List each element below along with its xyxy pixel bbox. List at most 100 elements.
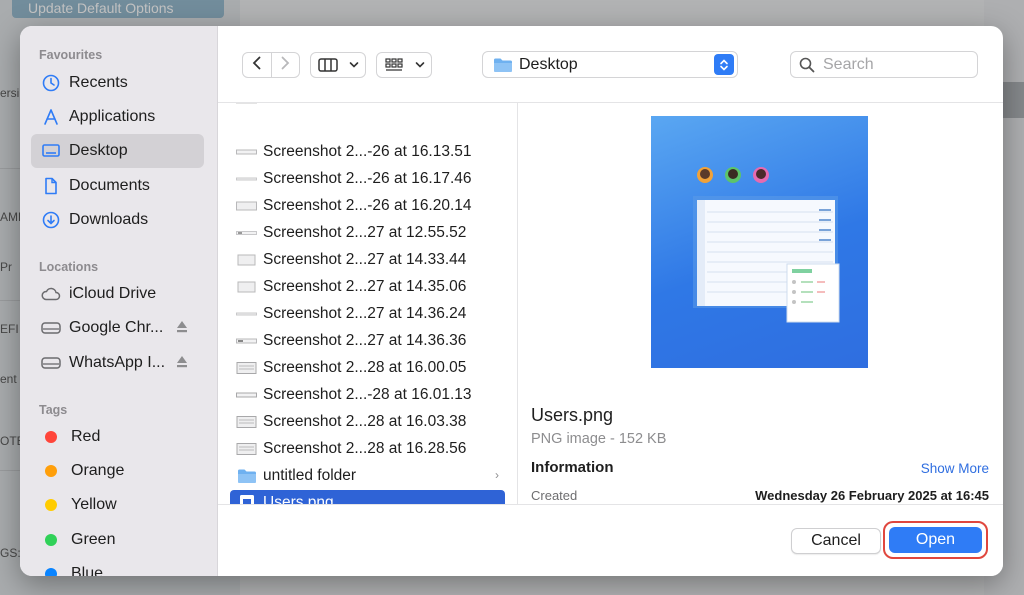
- file-row[interactable]: Screenshot 2...-26 at 16.17.46: [230, 166, 505, 191]
- group-by-button[interactable]: [376, 52, 432, 78]
- file-row[interactable]: Screenshot 2...27 at 14.35.06: [230, 274, 505, 299]
- file-row[interactable]: Screenshot 2...28 at 16.03.38: [230, 409, 505, 434]
- file-list: Screenshot 2...-26 at 16.13.51 Screensho…: [218, 102, 518, 504]
- file-row[interactable]: Screenshot 2...-26 at 16.20.14: [230, 193, 505, 218]
- file-name: Screenshot 2...27 at 12.55.52: [263, 223, 467, 241]
- file-row[interactable]: Screenshot 2...27 at 12.55.52: [230, 220, 505, 245]
- search-placeholder: Search: [823, 55, 874, 73]
- sidebar-item-label: Downloads: [69, 211, 149, 228]
- screenshot-thumbnail-icon: [236, 253, 257, 267]
- clock-icon: [41, 73, 61, 93]
- file-row-folder[interactable]: untitled folder ›: [230, 463, 505, 488]
- file-name: Screenshot 2...27 at 14.36.24: [263, 304, 467, 322]
- sidebar-item-label: Orange: [71, 462, 125, 479]
- file-name: Screenshot 2...-26 at 16.17.46: [263, 169, 472, 187]
- view-mode-button[interactable]: [310, 52, 366, 78]
- dialog-toolbar: Desktop Search: [218, 26, 1003, 102]
- sidebar-item-icloud-drive[interactable]: iCloud Drive: [31, 277, 204, 311]
- screenshot-thumbnail-icon: [236, 145, 257, 159]
- sidebar-item-label: Red: [71, 428, 101, 445]
- preview-file-name: Users.png: [531, 405, 614, 425]
- file-row[interactable]: Screenshot 2...28 at 16.00.05: [230, 355, 505, 380]
- file-name: Screenshot 2...28 at 16.00.05: [263, 358, 467, 376]
- image-file-icon: [236, 494, 257, 504]
- file-row[interactable]: Screenshot 2...28 at 16.28.56: [230, 436, 505, 461]
- screenshot-thumbnail-icon: [236, 307, 257, 321]
- sidebar-section-locations: Locations: [39, 260, 99, 274]
- file-name: Screenshot 2...-26 at 16.13.51: [263, 142, 472, 160]
- folder-icon: [493, 57, 513, 73]
- chevron-right-icon: [280, 56, 290, 75]
- location-popup[interactable]: Desktop: [482, 51, 738, 78]
- screenshot-thumbnail-icon: [236, 388, 257, 402]
- chevron-left-icon: [252, 56, 262, 75]
- cloud-icon: [41, 284, 61, 304]
- back-button[interactable]: [243, 53, 271, 77]
- file-row[interactable]: Screenshot 2...27 at 14.33.44: [230, 247, 505, 272]
- screenshot-thumbnail-icon: [236, 172, 257, 186]
- sidebar-item-whatsapp[interactable]: WhatsApp I...: [31, 346, 204, 380]
- file-name: Screenshot 2...-28 at 16.01.13: [263, 385, 472, 403]
- sidebar-section-favourites: Favourites: [39, 48, 103, 62]
- sidebar-item-desktop[interactable]: Desktop: [31, 134, 204, 168]
- sidebar-item-label: Blue: [71, 565, 104, 576]
- sidebar-item-label: Desktop: [69, 142, 128, 159]
- file-row[interactable]: Screenshot 2...27 at 14.36.36: [230, 328, 505, 353]
- sidebar-item-label: Yellow: [71, 496, 117, 513]
- file-row-selected[interactable]: Users.png: [230, 490, 505, 504]
- file-name: Screenshot 2...-26 at 16.20.14: [263, 196, 472, 214]
- sidebar-section-tags: Tags: [39, 403, 68, 417]
- file-name: Screenshot 2...28 at 16.03.38: [263, 412, 467, 430]
- sidebar-item-label: iCloud Drive: [69, 285, 157, 302]
- sidebar-item-applications[interactable]: Applications: [31, 100, 204, 134]
- file-name: untitled folder: [263, 466, 357, 484]
- sidebar-item-documents[interactable]: Documents: [31, 169, 204, 203]
- chevron-down-icon: [345, 53, 363, 77]
- forward-button[interactable]: [272, 53, 300, 77]
- download-icon: [41, 210, 61, 230]
- up-down-chevron-icon: [714, 54, 734, 75]
- chevron-down-icon: [411, 53, 429, 77]
- file-name: Screenshot 2...27 at 14.35.06: [263, 277, 467, 295]
- search-field[interactable]: Search: [790, 51, 978, 78]
- preview-thumbnail: [651, 116, 868, 368]
- sidebar-item-label: WhatsApp I...: [69, 354, 166, 371]
- file-row[interactable]: Screenshot 2...-28 at 16.01.13: [230, 382, 505, 407]
- screenshot-thumbnail-icon: [236, 415, 257, 429]
- drive-icon: [41, 318, 61, 338]
- open-file-dialog: Favourites Recents Applications Desktop …: [20, 26, 1003, 576]
- sidebar-item-tag-red[interactable]: Red: [31, 420, 204, 454]
- sidebar-item-tag-yellow[interactable]: Yellow: [31, 488, 204, 522]
- tag-color-dot: [45, 534, 57, 546]
- sidebar-item-tag-blue[interactable]: Blue: [31, 557, 204, 576]
- sidebar-item-label: Recents: [69, 74, 128, 91]
- preview-info-heading: Information: [531, 459, 614, 476]
- file-name: Users.png: [263, 493, 334, 505]
- drive-icon: [41, 353, 61, 373]
- file-row-partial[interactable]: [230, 103, 505, 112]
- preview-pane: Users.png PNG image - 152 KB Information…: [518, 102, 1003, 504]
- screenshot-thumbnail-icon: [236, 280, 257, 294]
- file-row[interactable]: Screenshot 2...27 at 14.36.24: [230, 301, 505, 326]
- sidebar-item-tag-orange[interactable]: Orange: [31, 454, 204, 488]
- sidebar-item-recents[interactable]: Recents: [31, 66, 204, 100]
- show-more-link[interactable]: Show More: [921, 461, 989, 476]
- tag-color-dot: [45, 499, 57, 511]
- folder-icon: [236, 469, 257, 483]
- tag-color-dot: [45, 568, 57, 576]
- desktop-icon: [41, 141, 61, 161]
- open-button[interactable]: Open: [889, 527, 982, 553]
- sidebar-item-downloads[interactable]: Downloads: [31, 203, 204, 237]
- sidebar-item-google-chrome[interactable]: Google Chr...: [31, 311, 204, 345]
- cancel-button[interactable]: Cancel: [791, 528, 881, 554]
- sidebar-item-tag-green[interactable]: Green: [31, 523, 204, 557]
- tag-color-dot: [45, 465, 57, 477]
- grid-icon: [377, 53, 411, 77]
- file-name: Screenshot 2...27 at 14.36.36: [263, 331, 467, 349]
- preview-created-label: Created: [531, 488, 578, 503]
- nav-button-group: [242, 52, 300, 78]
- column-view-icon: [311, 53, 345, 77]
- eject-icon[interactable]: [176, 320, 188, 334]
- eject-icon[interactable]: [176, 355, 188, 369]
- file-row[interactable]: Screenshot 2...-26 at 16.13.51: [230, 139, 505, 164]
